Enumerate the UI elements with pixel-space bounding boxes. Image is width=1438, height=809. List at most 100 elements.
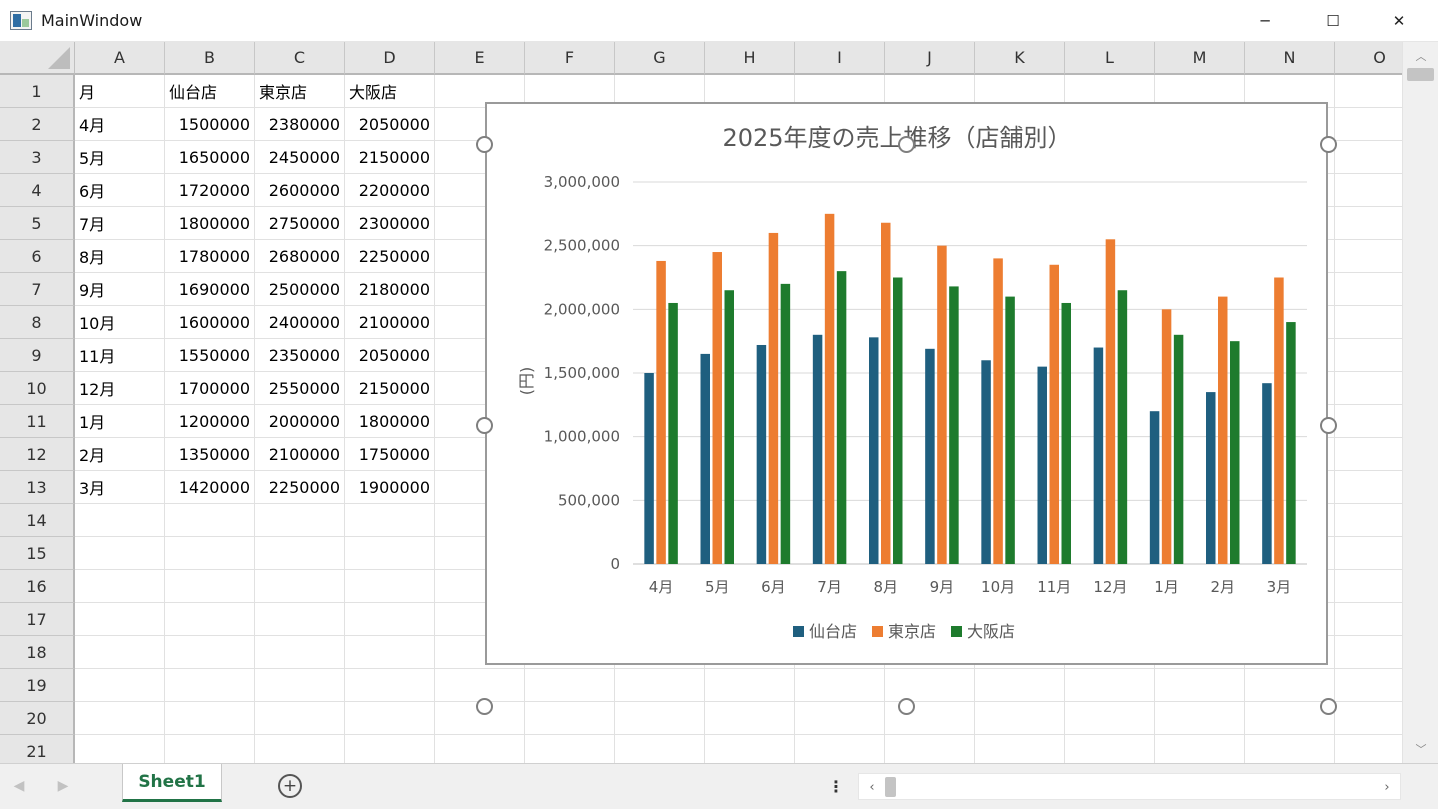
cell-a3[interactable]: 5月: [75, 141, 165, 174]
cell-h20[interactable]: [705, 702, 795, 735]
cell-d16[interactable]: [345, 570, 435, 603]
cell-c18[interactable]: [255, 636, 345, 669]
cell-d10[interactable]: 2150000: [345, 372, 435, 405]
column-header-m[interactable]: M: [1155, 42, 1245, 75]
cell-c6[interactable]: 2680000: [255, 240, 345, 273]
row-header-4[interactable]: 4: [0, 174, 75, 207]
cell-d9[interactable]: 2050000: [345, 339, 435, 372]
cell-c7[interactable]: 2500000: [255, 273, 345, 306]
row-header-1[interactable]: 1: [0, 75, 75, 108]
column-header-c[interactable]: C: [255, 42, 345, 75]
cell-d18[interactable]: [345, 636, 435, 669]
scroll-down-icon[interactable]: ﹀: [1403, 739, 1438, 759]
cell-m20[interactable]: [1155, 702, 1245, 735]
cell-o19[interactable]: [1335, 669, 1402, 702]
cell-d15[interactable]: [345, 537, 435, 570]
cell-a20[interactable]: [75, 702, 165, 735]
cell-a11[interactable]: 1月: [75, 405, 165, 438]
row-header-5[interactable]: 5: [0, 207, 75, 240]
cell-o18[interactable]: [1335, 636, 1402, 669]
cell-b9[interactable]: 1550000: [165, 339, 255, 372]
minimize-button[interactable]: ─: [1232, 0, 1298, 42]
cell-b16[interactable]: [165, 570, 255, 603]
cell-d11[interactable]: 1800000: [345, 405, 435, 438]
row-header-21[interactable]: 21: [0, 735, 75, 763]
scroll-up-icon[interactable]: ︿: [1403, 46, 1438, 66]
cell-b15[interactable]: [165, 537, 255, 570]
cell-d8[interactable]: 2100000: [345, 306, 435, 339]
row-header-3[interactable]: 3: [0, 141, 75, 174]
cell-g21[interactable]: [615, 735, 705, 763]
row-header-15[interactable]: 15: [0, 537, 75, 570]
cell-a10[interactable]: 12月: [75, 372, 165, 405]
cell-c1[interactable]: 東京店: [255, 75, 345, 108]
cell-o14[interactable]: [1335, 504, 1402, 537]
cell-d6[interactable]: 2250000: [345, 240, 435, 273]
select-all-corner[interactable]: [0, 42, 75, 75]
cell-b8[interactable]: 1600000: [165, 306, 255, 339]
tab-split-handle-icon[interactable]: ⋮: [828, 774, 844, 798]
next-sheet-icon[interactable]: ▶: [52, 775, 74, 797]
resize-handle-top-right[interactable]: [1320, 136, 1337, 153]
cell-b7[interactable]: 1690000: [165, 273, 255, 306]
cell-a4[interactable]: 6月: [75, 174, 165, 207]
cell-e19[interactable]: [435, 669, 525, 702]
cell-o20[interactable]: [1335, 702, 1402, 735]
cell-j21[interactable]: [885, 735, 975, 763]
cell-a5[interactable]: 7月: [75, 207, 165, 240]
cell-a21[interactable]: [75, 735, 165, 763]
column-header-k[interactable]: K: [975, 42, 1065, 75]
cell-b19[interactable]: [165, 669, 255, 702]
cell-f19[interactable]: [525, 669, 615, 702]
cell-b2[interactable]: 1500000: [165, 108, 255, 141]
cell-b12[interactable]: 1350000: [165, 438, 255, 471]
cell-a6[interactable]: 8月: [75, 240, 165, 273]
cell-d14[interactable]: [345, 504, 435, 537]
column-header-a[interactable]: A: [75, 42, 165, 75]
cell-m19[interactable]: [1155, 669, 1245, 702]
cell-o8[interactable]: [1335, 306, 1402, 339]
cell-k20[interactable]: [975, 702, 1065, 735]
cell-c20[interactable]: [255, 702, 345, 735]
cell-o6[interactable]: [1335, 240, 1402, 273]
close-button[interactable]: ✕: [1366, 0, 1432, 42]
cell-b1[interactable]: 仙台店: [165, 75, 255, 108]
cell-b17[interactable]: [165, 603, 255, 636]
vertical-scroll-thumb[interactable]: [1407, 68, 1434, 81]
resize-handle-right[interactable]: [1320, 417, 1337, 434]
vertical-scrollbar[interactable]: ︿ ﹀: [1402, 42, 1438, 763]
cell-c4[interactable]: 2600000: [255, 174, 345, 207]
cell-o11[interactable]: [1335, 405, 1402, 438]
cell-c16[interactable]: [255, 570, 345, 603]
cell-o2[interactable]: [1335, 108, 1402, 141]
cell-j19[interactable]: [885, 669, 975, 702]
row-header-18[interactable]: 18: [0, 636, 75, 669]
cell-l19[interactable]: [1065, 669, 1155, 702]
cell-d19[interactable]: [345, 669, 435, 702]
cell-b11[interactable]: 1200000: [165, 405, 255, 438]
cell-c5[interactable]: 2750000: [255, 207, 345, 240]
cell-o12[interactable]: [1335, 438, 1402, 471]
row-header-6[interactable]: 6: [0, 240, 75, 273]
cell-o17[interactable]: [1335, 603, 1402, 636]
cell-o13[interactable]: [1335, 471, 1402, 504]
column-header-j[interactable]: J: [885, 42, 975, 75]
cell-e21[interactable]: [435, 735, 525, 763]
column-header-i[interactable]: I: [795, 42, 885, 75]
cell-d12[interactable]: 1750000: [345, 438, 435, 471]
cell-c8[interactable]: 2400000: [255, 306, 345, 339]
cell-m21[interactable]: [1155, 735, 1245, 763]
cell-h21[interactable]: [705, 735, 795, 763]
resize-handle-top-left[interactable]: [476, 136, 493, 153]
scroll-right-icon[interactable]: ›: [1378, 776, 1396, 798]
cell-g20[interactable]: [615, 702, 705, 735]
cell-c21[interactable]: [255, 735, 345, 763]
row-header-8[interactable]: 8: [0, 306, 75, 339]
prev-sheet-icon[interactable]: ◀: [8, 775, 30, 797]
row-header-10[interactable]: 10: [0, 372, 75, 405]
cell-d3[interactable]: 2150000: [345, 141, 435, 174]
cell-b5[interactable]: 1800000: [165, 207, 255, 240]
column-header-e[interactable]: E: [435, 42, 525, 75]
row-header-2[interactable]: 2: [0, 108, 75, 141]
row-header-12[interactable]: 12: [0, 438, 75, 471]
